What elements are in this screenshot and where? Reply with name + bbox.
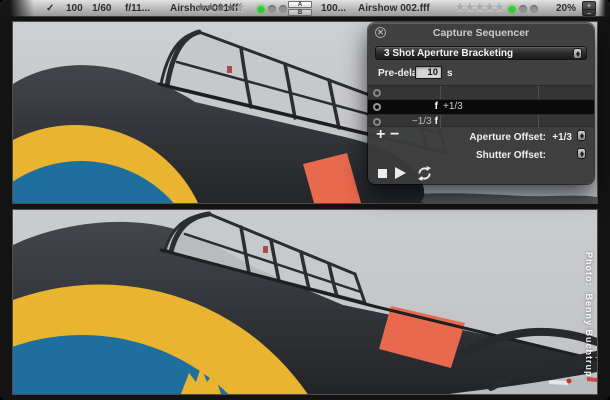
- toolbar: ✓ 100 1/60 f/11... Airshow 001.fff ★★★★★…: [0, 0, 610, 17]
- preset-dropdown[interactable]: 3 Shot Aperture Bracketing: [375, 46, 587, 60]
- counter-b: 100...: [321, 0, 346, 17]
- zoom-stepper[interactable]: + −: [582, 1, 596, 16]
- app-window: ✓ 100 1/60 f/11... Airshow 001.fff ★★★★★…: [0, 0, 610, 400]
- row-left-value: −1/3: [412, 116, 432, 127]
- zoom-in-button[interactable]: +: [583, 2, 595, 9]
- remove-step-button[interactable]: −: [390, 127, 399, 143]
- color-tag-green-b[interactable]: [508, 5, 516, 13]
- pre-delay-input[interactable]: [415, 66, 442, 79]
- check-icon[interactable]: ✓: [46, 0, 54, 17]
- star-rating-a[interactable]: ★★★★★: [196, 0, 245, 17]
- sequence-row-3[interactable]: −1/3f: [368, 114, 594, 128]
- color-tag-dot-b[interactable]: [519, 5, 527, 13]
- star-rating-b[interactable]: ★★★★★: [455, 0, 504, 17]
- sequence-row-1[interactable]: [368, 86, 594, 100]
- row-left-bold: f: [435, 116, 438, 127]
- row-left-bold: f: [435, 101, 438, 112]
- counter-a: 100: [66, 0, 83, 17]
- variant-b-button[interactable]: B: [288, 9, 312, 16]
- color-tags-a: [257, 0, 287, 17]
- photo-credit: Photo: Benny Buchtrup: [584, 252, 594, 378]
- preset-dropdown-label: 3 Shot Aperture Bracketing: [384, 47, 513, 61]
- aperture-offset-value: +1/3: [552, 132, 572, 143]
- row-right-value: +1/3: [443, 100, 463, 114]
- panel-title: Capture Sequencer: [368, 24, 594, 42]
- loop-button[interactable]: [416, 165, 433, 182]
- close-icon[interactable]: ✕: [375, 27, 386, 38]
- add-step-button[interactable]: +: [376, 127, 385, 143]
- sequence-row-2-selected[interactable]: f +1/3: [368, 100, 594, 114]
- color-tag-green-a[interactable]: [257, 5, 265, 13]
- zoom-out-button[interactable]: −: [583, 9, 595, 16]
- color-tag-dot-a[interactable]: [268, 5, 276, 13]
- photo-viewer-b[interactable]: [13, 210, 597, 394]
- ab-compare-toggle: A B: [288, 1, 312, 16]
- aperture-offset-stepper[interactable]: [577, 130, 586, 141]
- stop-button[interactable]: [378, 169, 387, 178]
- shutter-offset-label: Shutter Offset:: [476, 150, 546, 161]
- pre-delay-unit: s: [447, 68, 453, 79]
- dropdown-stepper-icon: [573, 48, 582, 59]
- color-tags-b: [508, 0, 538, 17]
- filename-b: Airshow 002.fff: [358, 0, 430, 17]
- capture-sequencer-panel: Capture Sequencer ✕ 3 Shot Aperture Brac…: [368, 23, 594, 184]
- airshow-photo-2-image: [13, 210, 597, 394]
- variant-a-button[interactable]: A: [288, 1, 312, 8]
- aperture-offset-label: Aperture Offset:: [469, 132, 546, 143]
- stars-empty-a[interactable]: ★: [235, 2, 245, 14]
- color-tag-dot-b[interactable]: [530, 5, 538, 13]
- shutter-offset-stepper[interactable]: [577, 148, 586, 159]
- stars-empty-b[interactable]: ★★★★★: [455, 2, 504, 14]
- zoom-level: 20%: [556, 0, 576, 17]
- aperture-a: f/11...: [125, 0, 150, 17]
- shutter-speed-a: 1/60: [92, 0, 111, 17]
- sequence-table: f +1/3 −1/3f: [368, 85, 594, 127]
- stars-filled-a[interactable]: ★★★★: [196, 2, 235, 14]
- play-button[interactable]: [395, 167, 406, 179]
- color-tag-dot-a[interactable]: [279, 5, 287, 13]
